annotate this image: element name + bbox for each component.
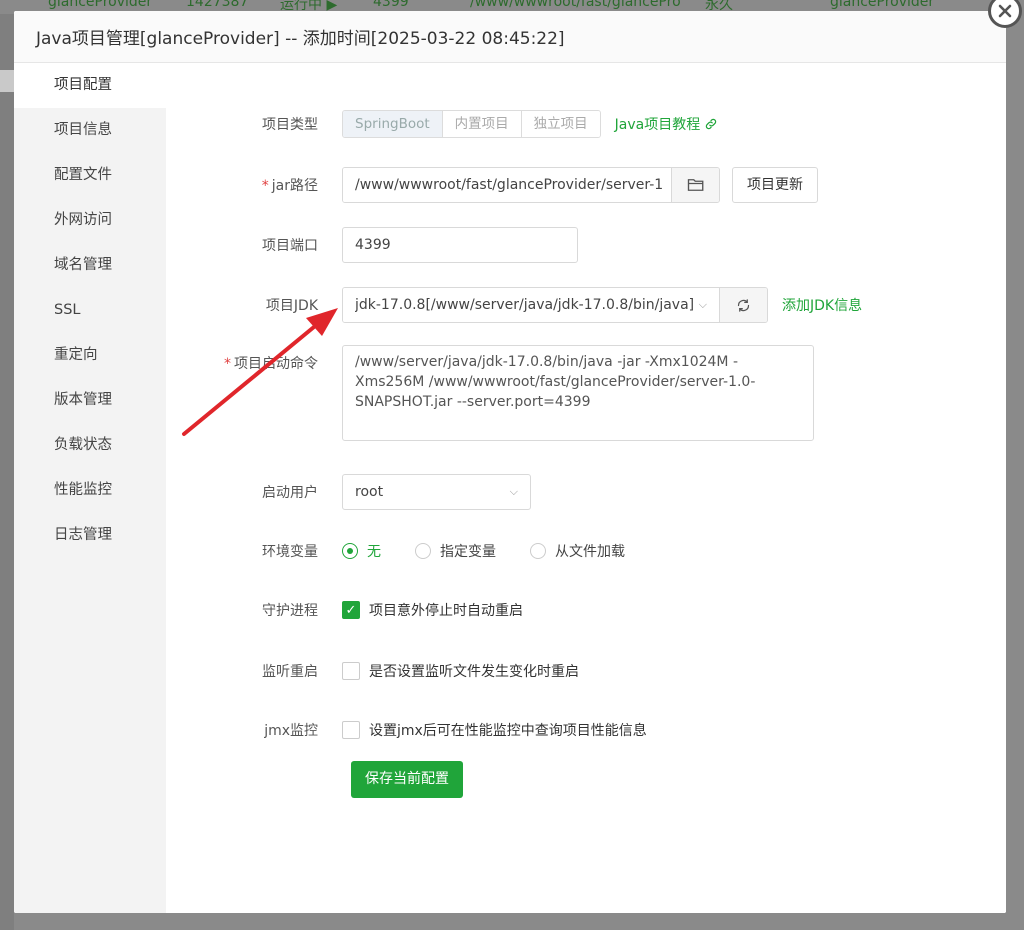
- jdk-label: 项目JDK: [265, 298, 318, 314]
- jmx-checkbox[interactable]: 设置jmx后可在性能监控中查询项目性能信息: [342, 720, 647, 740]
- config-form: 项目类型 SpringBoot 内置项目 独立项目 Java项目教程 * jar路…: [166, 63, 1006, 913]
- sidebar-item-performance[interactable]: 性能监控: [14, 468, 166, 513]
- sidebar-item-logs[interactable]: 日志管理: [14, 513, 166, 558]
- jdk-refresh-button[interactable]: [719, 288, 767, 322]
- project-type-standalone[interactable]: 独立项目: [521, 111, 600, 137]
- bg-cell-pid: 1427387: [186, 0, 249, 10]
- jmx-label: jmx监控: [264, 723, 318, 739]
- sidebar-item-ssl[interactable]: SSL: [14, 288, 166, 333]
- link-icon: [706, 118, 717, 130]
- env-radio-file-label: 从文件加载: [555, 544, 625, 560]
- start-command-textarea[interactable]: /www/server/java/jdk-17.0.8/bin/java -ja…: [342, 345, 814, 441]
- daemon-checkbox-text: 项目意外停止时自动重启: [369, 603, 523, 619]
- start-user-label: 启动用户: [262, 485, 318, 501]
- watch-restart-checkbox[interactable]: 是否设置监听文件发生变化时重启: [342, 661, 579, 681]
- jdk-select-value: jdk-17.0.8[/www/server/java/jdk-17.0.8/b…: [355, 297, 695, 313]
- sidebar-item-load-status[interactable]: 负载状态: [14, 423, 166, 468]
- jdk-select[interactable]: jdk-17.0.8[/www/server/java/jdk-17.0.8/b…: [343, 288, 719, 322]
- daemon-checkbox[interactable]: ✓ 项目意外停止时自动重启: [342, 600, 523, 620]
- close-icon: [998, 4, 1012, 18]
- row-jdk: 项目JDK jdk-17.0.8[/www/server/java/jdk-17…: [166, 287, 862, 323]
- watch-restart-label: 监听重启: [262, 664, 318, 680]
- bg-cell-port: 4399: [373, 0, 409, 10]
- chevron-down-icon: ⌵: [698, 298, 707, 311]
- row-start-command: * 项目启动命令 /www/server/java/jdk-17.0.8/bin/…: [166, 345, 814, 441]
- radio-checked-icon: [342, 543, 358, 559]
- env-radio-group: 无 指定变量 从文件加载: [342, 541, 625, 561]
- start-command-label-text: 项目启动命令: [234, 356, 318, 372]
- java-tutorial-link-text: Java项目教程: [614, 117, 701, 133]
- sidebar-item-config-file[interactable]: 配置文件: [14, 153, 166, 198]
- env-radio-none-label: 无: [367, 544, 381, 560]
- radio-icon: [530, 543, 546, 559]
- env-radio-specify-label: 指定变量: [440, 544, 496, 560]
- watch-restart-checkbox-text: 是否设置监听文件发生变化时重启: [369, 664, 579, 680]
- modal-sidebar: 项目配置 项目信息 配置文件 外网访问 域名管理 SSL 重定向 版本管理 负载…: [14, 63, 166, 913]
- modal-header: Java项目管理[glanceProvider] -- 添加时间[2025-03…: [14, 11, 1006, 63]
- folder-icon: [687, 179, 703, 191]
- chevron-down-icon: ⌵: [509, 485, 518, 498]
- modal-title: Java项目管理[glanceProvider] -- 添加时间[2025-03…: [36, 29, 565, 49]
- sidebar-item-version[interactable]: 版本管理: [14, 378, 166, 423]
- project-type-segmented: SpringBoot 内置项目 独立项目: [342, 110, 601, 138]
- env-radio-none[interactable]: 无: [342, 541, 381, 561]
- env-label: 环境变量: [262, 544, 318, 560]
- start-user-value: root: [355, 484, 384, 500]
- start-command-label: * 项目启动命令: [166, 345, 342, 373]
- java-tutorial-link[interactable]: Java项目教程: [615, 114, 719, 134]
- required-mark: *: [261, 178, 269, 194]
- port-label: 项目端口: [262, 238, 318, 254]
- bg-cell-name: glanceProvider: [48, 0, 153, 10]
- row-jar-path: * jar路径 /www/wwwroot/fast/glanceProvider/…: [166, 167, 818, 203]
- row-jmx: jmx监控 设置jmx后可在性能监控中查询项目性能信息: [166, 720, 647, 740]
- bg-cell-remark: glanceProvider: [830, 0, 935, 10]
- row-watch-restart: 监听重启 是否设置监听文件发生变化时重启: [166, 661, 579, 681]
- project-type-springboot[interactable]: SpringBoot: [343, 111, 443, 137]
- radio-icon: [415, 543, 431, 559]
- jar-path-browse-button[interactable]: [671, 168, 719, 202]
- close-modal-button[interactable]: [988, 0, 1022, 28]
- daemon-label: 守护进程: [262, 603, 318, 619]
- jmx-checkbox-text: 设置jmx后可在性能监控中查询项目性能信息: [369, 723, 647, 739]
- row-env: 环境变量 无 指定变量 从文件加载: [166, 541, 625, 561]
- checkbox-empty-icon: [342, 662, 360, 680]
- sidebar-item-redirect[interactable]: 重定向: [14, 333, 166, 378]
- add-jdk-link[interactable]: 添加JDK信息: [782, 295, 862, 315]
- java-project-modal: Java项目管理[glanceProvider] -- 添加时间[2025-03…: [14, 11, 1006, 913]
- port-input[interactable]: 4399: [342, 227, 578, 263]
- project-update-button[interactable]: 项目更新: [732, 167, 818, 203]
- project-type-builtin[interactable]: 内置项目: [442, 111, 522, 137]
- jdk-group: jdk-17.0.8[/www/server/java/jdk-17.0.8/b…: [342, 287, 768, 323]
- row-start-user: 启动用户 root ⌵: [166, 474, 531, 510]
- sidebar-item-external-access[interactable]: 外网访问: [14, 198, 166, 243]
- env-radio-file[interactable]: 从文件加载: [530, 541, 625, 561]
- start-user-select[interactable]: root ⌵: [342, 474, 531, 510]
- check-icon: ✓: [342, 601, 360, 619]
- sidebar-item-domain[interactable]: 域名管理: [14, 243, 166, 288]
- jar-path-label-text: jar路径: [271, 178, 318, 194]
- refresh-icon: [737, 298, 750, 312]
- sidebar-item-project-info[interactable]: 项目信息: [14, 108, 166, 153]
- env-radio-specify[interactable]: 指定变量: [415, 541, 496, 561]
- jar-path-label: * jar路径: [166, 175, 342, 195]
- row-daemon: 守护进程 ✓ 项目意外停止时自动重启: [166, 600, 523, 620]
- background-overlay-left: [0, 14, 14, 930]
- project-type-label: 项目类型: [262, 117, 318, 133]
- save-config-button[interactable]: 保存当前配置: [351, 761, 463, 798]
- sidebar-item-project-config[interactable]: 项目配置: [14, 63, 166, 108]
- checkbox-empty-icon: [342, 721, 360, 739]
- row-project-type: 项目类型 SpringBoot 内置项目 独立项目 Java项目教程: [166, 110, 718, 138]
- bg-cell-path: /www/wwwroot/fast/glancePro: [470, 0, 681, 10]
- required-mark: *: [224, 356, 231, 372]
- background-input-edge: [0, 70, 14, 92]
- jar-path-input[interactable]: /www/wwwroot/fast/glanceProvider/server-…: [343, 168, 671, 202]
- jar-path-group: /www/wwwroot/fast/glanceProvider/server-…: [342, 167, 720, 203]
- row-port: 项目端口 4399: [166, 227, 578, 263]
